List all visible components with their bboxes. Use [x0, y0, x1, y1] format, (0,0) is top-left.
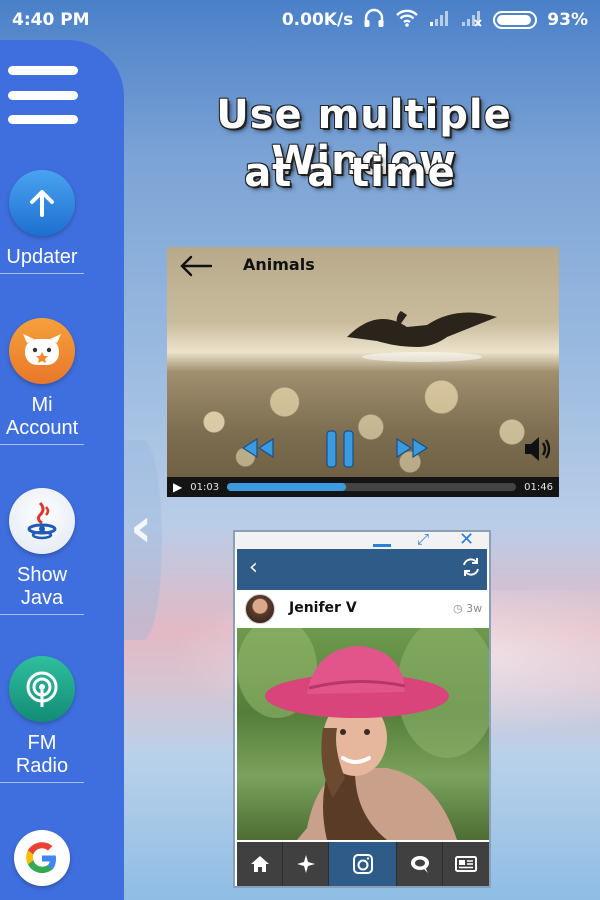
- updater-arrow-icon: [9, 170, 75, 236]
- video-player-window[interactable]: Animals ▶ 01:03 01:46: [167, 247, 559, 497]
- radio-icon: [9, 656, 75, 722]
- chevron-left-icon[interactable]: ‹: [130, 496, 152, 559]
- battery-percent: 93%: [547, 10, 588, 30]
- instagram-tab-bar: [237, 842, 489, 886]
- volume-icon[interactable]: [523, 435, 553, 467]
- app-label-fm-radio: FM Radio: [15, 732, 69, 777]
- back-arrow-icon[interactable]: [179, 251, 213, 286]
- avatar[interactable]: [245, 594, 275, 624]
- post-time: ◷ 3w: [453, 602, 482, 615]
- window-title-bar: ⤢ ✕: [235, 532, 489, 550]
- fast-forward-button[interactable]: [395, 437, 429, 463]
- signal-icon: [429, 9, 451, 32]
- rewind-button[interactable]: [241, 437, 275, 463]
- current-time: 01:03: [190, 481, 220, 493]
- java-icon: [9, 488, 75, 554]
- progress-row: ▶ 01:03 01:46: [167, 477, 559, 497]
- play-icon[interactable]: ▶: [173, 480, 182, 494]
- total-time: 01:46: [524, 481, 553, 493]
- explore-icon[interactable]: [283, 842, 329, 886]
- headline-line-2: at a time: [244, 150, 456, 196]
- status-indicators: 0.00K/s 93%: [282, 8, 588, 33]
- seek-bar-fill: [227, 483, 346, 491]
- maximize-icon[interactable]: ⤢: [417, 532, 429, 548]
- camera-icon[interactable]: [329, 842, 397, 886]
- video-controls: [167, 427, 559, 477]
- mi-account-icon: [9, 318, 75, 384]
- google-icon: [14, 830, 70, 886]
- bird-photo: [347, 311, 497, 362]
- post-header: Jenifer V ◷ 3w: [235, 590, 489, 628]
- network-speed: 0.00K/s: [281, 10, 354, 30]
- hamburger-menu-icon[interactable]: [8, 66, 78, 124]
- status-bar: 4:40 PM 0.00K/s 93%: [0, 0, 600, 40]
- floating-sidebar: Updater Mi Account Show Java FM Radio: [0, 40, 124, 900]
- battery-icon: [493, 11, 538, 29]
- post-time-ago: 3w: [466, 602, 483, 615]
- instagram-window[interactable]: ⤢ ✕ ‹ Jenifer V ◷ 3w: [233, 530, 491, 888]
- app-label-mi-account: Mi Account: [5, 394, 79, 439]
- app-label-show-java: Show Java: [16, 564, 68, 609]
- back-chevron-icon[interactable]: ‹: [249, 555, 258, 580]
- pause-button[interactable]: [325, 429, 355, 473]
- sidebar-app-google[interactable]: [0, 830, 84, 886]
- close-icon[interactable]: ✕: [459, 532, 474, 550]
- instagram-nav-bar: ‹: [237, 549, 487, 590]
- home-icon[interactable]: [237, 842, 283, 886]
- woman-pink-hat-photo: [237, 628, 489, 840]
- sidebar-app-show-java[interactable]: Show Java: [0, 488, 84, 615]
- post-username[interactable]: Jenifer V: [289, 600, 357, 616]
- news-icon[interactable]: [443, 842, 489, 886]
- seek-bar[interactable]: [227, 483, 517, 491]
- sidebar-app-mi-account[interactable]: Mi Account: [0, 318, 84, 445]
- clock-icon: ◷: [453, 602, 463, 615]
- post-photo[interactable]: [237, 628, 489, 840]
- wifi-icon: [395, 8, 419, 33]
- minimize-icon[interactable]: [373, 544, 391, 547]
- refresh-icon[interactable]: [461, 557, 481, 582]
- headphones-icon: [363, 8, 385, 33]
- comment-icon[interactable]: [397, 842, 443, 886]
- sidebar-app-updater[interactable]: Updater: [0, 170, 84, 274]
- signal-x-icon: [461, 9, 483, 32]
- video-title: Animals: [243, 255, 315, 274]
- status-time: 4:40 PM: [12, 10, 90, 30]
- app-label-updater: Updater: [6, 246, 78, 268]
- sidebar-app-fm-radio[interactable]: FM Radio: [0, 656, 84, 783]
